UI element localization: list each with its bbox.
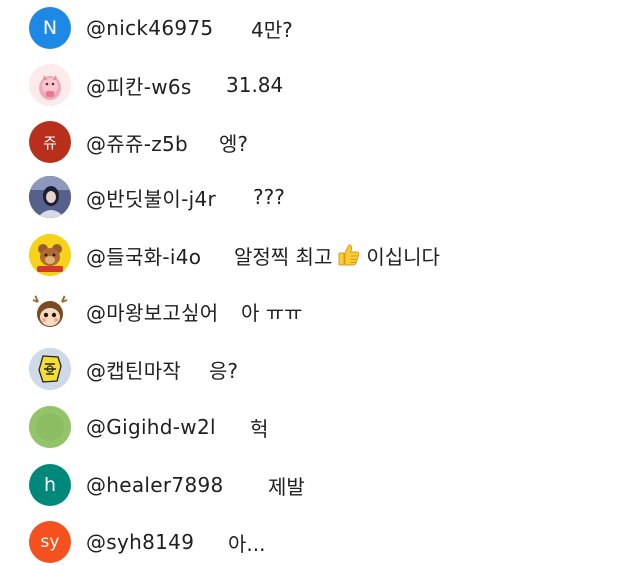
avatar[interactable]: h (29, 464, 71, 506)
chat-message: h @healer7898 제발 (0, 461, 640, 509)
message-text: 헉 (250, 416, 269, 441)
message-text-after: 이십니다 (366, 244, 440, 269)
avatar[interactable] (29, 234, 71, 276)
avatar[interactable]: N (29, 7, 71, 49)
avatar-letter: N (42, 17, 58, 39)
username[interactable]: @반딧불이-j4r (86, 183, 216, 212)
message-text: ??? (253, 185, 285, 209)
portrait-avatar-icon (29, 176, 71, 218)
message-text-before: 알정찍 최고 (234, 244, 333, 269)
avatar-letter: sy (40, 532, 60, 552)
chat-message: @반딧불이-j4r ??? (0, 173, 640, 221)
chat-message: @피칸-w6s 31.84 (0, 61, 640, 109)
chat-message: sy @syh8149 아... (0, 518, 640, 566)
message-text: 4만? (251, 17, 293, 42)
yellow-sticker-avatar-icon (29, 348, 71, 390)
avatar[interactable] (29, 290, 71, 332)
message-text: 아 ㅠㅠ (241, 300, 303, 325)
avatar[interactable] (29, 64, 71, 106)
username[interactable]: @Gigihd-w2l (86, 415, 216, 439)
message-text: 아... (228, 531, 266, 556)
username[interactable]: @쥬쥬-z5b (86, 128, 188, 157)
chat-message: @캡틴마작 응? (0, 345, 640, 393)
chat-message: @Gigihd-w2l 헉 (0, 403, 640, 451)
username[interactable]: @마왕보고싶어 (86, 297, 219, 326)
message-text: 엥? (219, 131, 249, 156)
message-text: 제발 (268, 474, 305, 499)
avatar-letter: h (43, 474, 57, 496)
username[interactable]: @nick46975 (86, 16, 213, 40)
avatar-letter: 쥬 (43, 133, 57, 152)
message-text: 알정찍 최고 이십니다 (234, 241, 440, 270)
thumbs-up-emoji-icon (338, 244, 360, 266)
message-text: 31.84 (226, 73, 284, 97)
avatar[interactable] (29, 176, 71, 218)
teddy-bear-avatar-icon (29, 234, 71, 276)
avatar[interactable]: sy (29, 521, 71, 563)
green-circle-avatar-icon (29, 406, 71, 448)
avatar[interactable] (29, 348, 71, 390)
username[interactable]: @캡틴마작 (86, 355, 181, 384)
username[interactable]: @들국화-i4o (86, 241, 201, 270)
username[interactable]: @syh8149 (86, 530, 194, 554)
chat-message: N @nick46975 4만? (0, 4, 640, 52)
chat-message: 쥬 @쥬쥬-z5b 엥? (0, 118, 640, 166)
chat-message: @들국화-i4o 알정찍 최고 이십니다 (0, 231, 640, 279)
cartoon-face-avatar-icon (29, 290, 71, 332)
chat-message: @마왕보고싶어 아 ㅠㅠ (0, 287, 640, 335)
avatar[interactable]: 쥬 (29, 121, 71, 163)
pink-character-avatar-icon (29, 64, 71, 106)
message-text: 응? (209, 358, 239, 383)
avatar[interactable] (29, 406, 71, 448)
username[interactable]: @healer7898 (86, 473, 224, 497)
username[interactable]: @피칸-w6s (86, 71, 192, 100)
